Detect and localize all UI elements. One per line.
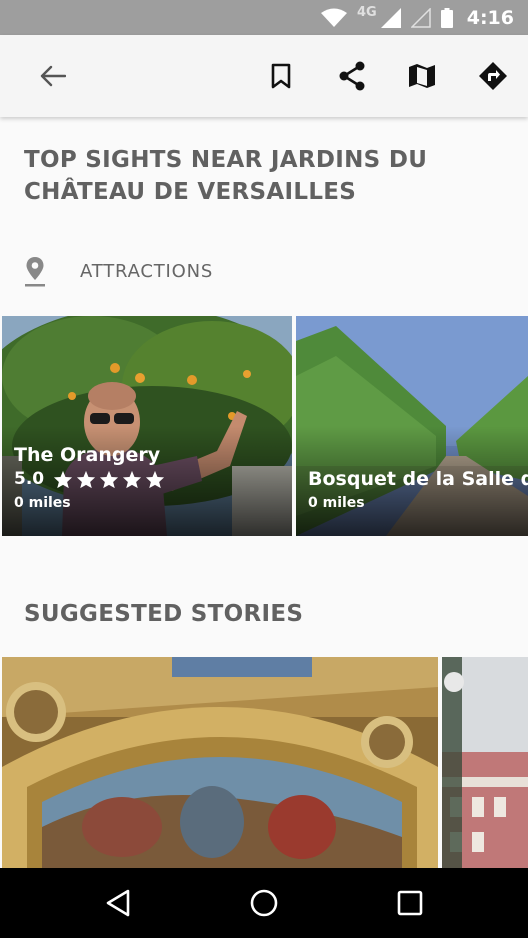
star-icon xyxy=(77,470,96,488)
directions-icon xyxy=(479,62,507,90)
back-button[interactable] xyxy=(31,54,75,98)
rating-value: 5.0 xyxy=(14,469,45,489)
map-icon xyxy=(409,64,435,88)
battery-icon xyxy=(440,7,453,28)
rating-stars xyxy=(53,470,165,489)
nav-back-button[interactable] xyxy=(94,879,142,927)
signal-empty-icon xyxy=(410,7,431,28)
map-button[interactable] xyxy=(400,54,444,98)
nav-home-button[interactable] xyxy=(240,879,288,927)
signal-icon xyxy=(380,7,401,28)
back-triangle-icon xyxy=(106,889,130,917)
bookmark-icon xyxy=(271,63,291,89)
page-title-line2: CHÂTEAU DE VERSAILLES xyxy=(24,179,357,205)
back-arrow-icon xyxy=(40,65,66,87)
nav-recents-button[interactable] xyxy=(386,879,434,927)
story-card-hotel[interactable] xyxy=(442,657,528,868)
category-header: ATTRACTIONS xyxy=(24,254,213,288)
sight-card-orangery[interactable]: The Orangery 5.0 0 miles xyxy=(2,316,292,536)
story-card-ceiling[interactable] xyxy=(2,657,438,868)
sight-distance: 0 miles xyxy=(308,495,365,511)
wifi-icon xyxy=(321,8,348,27)
bookmark-button[interactable] xyxy=(259,54,303,98)
directions-button[interactable] xyxy=(471,54,515,98)
share-icon xyxy=(339,61,365,91)
page-title: TOP SIGHTS NEAR JARDINS DU CHÂTEAU DE VE… xyxy=(24,144,427,208)
stories-title: SUGGESTED STORIES xyxy=(24,601,304,627)
network-type: 4G xyxy=(357,5,377,20)
ceiling-painting-photo xyxy=(2,657,438,868)
category-label: ATTRACTIONS xyxy=(80,260,214,282)
star-icon xyxy=(54,470,73,488)
hotel-photo xyxy=(442,657,528,868)
sight-distance: 0 miles xyxy=(14,495,71,511)
star-icon xyxy=(146,470,165,488)
star-icon xyxy=(123,470,142,488)
status-bar: 4G 4:16 xyxy=(0,0,528,35)
app-bar xyxy=(0,35,528,117)
sight-name: Bosquet de la Salle d xyxy=(308,468,528,490)
home-circle-icon xyxy=(250,889,278,917)
share-button[interactable] xyxy=(330,54,374,98)
location-pin-icon xyxy=(25,257,45,287)
sight-rating: 5.0 xyxy=(14,469,165,489)
sight-name: The Orangery xyxy=(14,444,161,466)
recents-square-icon xyxy=(397,890,423,916)
navigation-bar xyxy=(0,868,528,938)
page-title-line1: TOP SIGHTS NEAR JARDINS DU xyxy=(24,147,428,173)
star-icon xyxy=(100,470,119,488)
sight-card-bosquet[interactable]: Bosquet de la Salle d 0 miles xyxy=(296,316,528,536)
clock: 4:16 xyxy=(466,6,514,29)
